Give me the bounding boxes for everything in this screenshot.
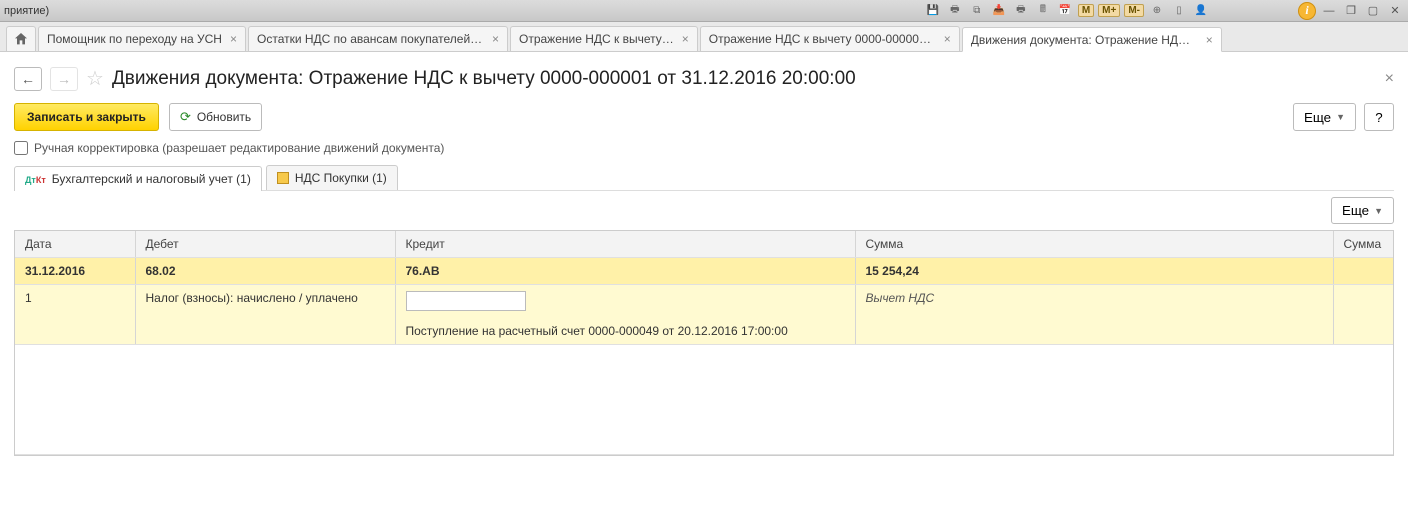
user-icon[interactable]: 👤 (1192, 3, 1210, 19)
grid-more-button[interactable]: Еще ▼ (1331, 197, 1394, 224)
accounting-grid: Дата Дебет Кредит Сумма Сумма 31.12.2016… (14, 230, 1394, 456)
memory-m[interactable]: M (1078, 4, 1094, 17)
memory-mplus[interactable]: M+ (1098, 4, 1120, 17)
restore-icon[interactable]: ❐ (1342, 3, 1360, 19)
info-icon[interactable]: i (1298, 2, 1316, 20)
dt-kt-icon: ДтКт (25, 172, 46, 186)
doc-tab-accounting[interactable]: ДтКт Бухгалтерский и налоговый учет (1) (14, 166, 262, 191)
document-tabs: ДтКт Бухгалтерский и налоговый учет (1) … (14, 165, 1394, 191)
tab-label: Отражение НДС к вычету 0000-000001 от 3… (709, 32, 936, 46)
save-and-close-button[interactable]: Записать и закрыть (14, 103, 159, 131)
copy-icon[interactable]: ⧉ (968, 3, 986, 19)
forward-button[interactable]: → (50, 67, 78, 91)
credit-subconto-input[interactable] (406, 291, 526, 311)
cell-debit-detail: Налог (взносы): начислено / уплачено (135, 285, 395, 345)
more-button[interactable]: Еще ▼ (1293, 103, 1356, 131)
print-icon[interactable]: 🖶 (946, 3, 964, 19)
window-title: приятие) (4, 5, 49, 17)
calendar-icon[interactable]: 📅 (1056, 3, 1074, 19)
tab-4[interactable]: Движения документа: Отражение НДС к вы… × (962, 27, 1222, 52)
tab-close-icon[interactable]: × (492, 32, 499, 46)
memory-mminus[interactable]: M- (1124, 4, 1144, 17)
tab-strip: Помощник по переходу на УСН × Остатки НДС… (0, 22, 1408, 52)
minimize-icon[interactable]: — (1320, 3, 1338, 19)
page-body: ← → ☆ Движения документа: Отражение НДС … (0, 52, 1408, 464)
table-row[interactable]: 31.12.2016 68.02 76.АВ 15 254,24 (15, 258, 1393, 285)
refresh-button[interactable]: ⟳ Обновить (169, 103, 262, 131)
print2-icon[interactable]: 🖶 (1012, 3, 1030, 19)
favorite-icon[interactable]: ☆ (86, 66, 104, 91)
tab-0[interactable]: Помощник по переходу на УСН × (38, 26, 246, 51)
manual-edit-label: Ручная корректировка (разрешает редактир… (34, 141, 444, 155)
doc-tab-label: НДС Покупки (1) (295, 171, 387, 185)
tab-close-icon[interactable]: × (682, 32, 689, 46)
tab-label: Остатки НДС по авансам покупателей на 3… (257, 32, 484, 46)
cell-date: 31.12.2016 (15, 258, 135, 285)
col-credit[interactable]: Кредит (395, 231, 855, 258)
cell-sum-note: Вычет НДС (855, 285, 1333, 345)
cell-credit-detail: Поступление на расчетный счет 0000-00004… (395, 285, 855, 345)
tab-2[interactable]: Отражение НДС к вычету… × (510, 26, 698, 51)
page-header: ← → ☆ Движения документа: Отражение НДС … (14, 66, 1394, 91)
cell-sum: 15 254,24 (855, 258, 1333, 285)
manual-edit-checkbox[interactable] (14, 141, 28, 155)
table-header-row: Дата Дебет Кредит Сумма Сумма (15, 231, 1393, 258)
command-bar: Записать и закрыть ⟳ Обновить Еще ▼ ? (14, 103, 1394, 131)
close-icon[interactable]: ✕ (1386, 3, 1404, 19)
document-icon (277, 172, 289, 184)
home-icon (13, 31, 29, 47)
col-debit[interactable]: Дебет (135, 231, 395, 258)
page-title: Движения документа: Отражение НДС к выче… (112, 68, 856, 90)
table-row[interactable]: 1 Налог (взносы): начислено / уплачено П… (15, 285, 1393, 345)
more-label: Еще (1304, 110, 1331, 125)
col-date[interactable]: Дата (15, 231, 135, 258)
page-close-icon[interactable]: × (1385, 70, 1394, 88)
tab-close-icon[interactable]: × (944, 32, 951, 46)
sum-note: Вычет НДС (866, 291, 935, 305)
help-label: ? (1375, 110, 1382, 125)
tab-label: Движения документа: Отражение НДС к вы… (971, 33, 1198, 47)
back-button[interactable]: ← (14, 67, 42, 91)
tab-1[interactable]: Остатки НДС по авансам покупателей на 3…… (248, 26, 508, 51)
cell-debit: 68.02 (135, 258, 395, 285)
zoom-in-icon[interactable]: ⊕ (1148, 3, 1166, 19)
help-button[interactable]: ? (1364, 103, 1394, 131)
col-sum[interactable]: Сумма (855, 231, 1333, 258)
table-empty-area (15, 345, 1393, 455)
tab-close-icon[interactable]: × (1206, 33, 1213, 47)
tab-close-icon[interactable]: × (230, 32, 237, 46)
more-label: Еще (1342, 203, 1369, 218)
tab-label: Помощник по переходу на УСН (47, 32, 222, 46)
col-sum2[interactable]: Сумма (1333, 231, 1393, 258)
tab-home[interactable] (6, 26, 36, 51)
cell-credit: 76.АВ (395, 258, 855, 285)
cell-sum2 (1333, 285, 1393, 345)
cell-n: 1 (15, 285, 135, 345)
tab-label: Отражение НДС к вычету… (519, 32, 674, 46)
grid-toolbar: Еще ▼ (14, 197, 1394, 224)
doc-tab-vat[interactable]: НДС Покупки (1) (266, 165, 398, 190)
refresh-label: Обновить (197, 110, 251, 124)
cell-sum2 (1333, 258, 1393, 285)
titlebar-icons: 💾 🖶 ⧉ 📥 🖶 🖩 📅 M M+ M- ⊕ ▯ 👤 i — ❐ ▢ ✕ (924, 2, 1404, 20)
calculator-icon[interactable]: 🖩 (1034, 3, 1052, 19)
maximize-icon[interactable]: ▢ (1364, 3, 1382, 19)
save-icon[interactable]: 💾 (924, 3, 942, 19)
doc-tab-label: Бухгалтерский и налоговый учет (1) (52, 172, 251, 186)
credit-sub-label: Поступление на расчетный счет 0000-00004… (406, 324, 788, 338)
refresh-icon: ⟳ (180, 109, 191, 125)
chevron-down-icon: ▼ (1374, 206, 1383, 216)
system-titlebar: приятие) 💾 🖶 ⧉ 📥 🖶 🖩 📅 M M+ M- ⊕ ▯ 👤 i —… (0, 0, 1408, 22)
tab-3[interactable]: Отражение НДС к вычету 0000-000001 от 3…… (700, 26, 960, 51)
manual-edit-row: Ручная корректировка (разрешает редактир… (14, 141, 1394, 155)
compare-icon[interactable]: 📥 (990, 3, 1008, 19)
book-icon[interactable]: ▯ (1170, 3, 1188, 19)
chevron-down-icon: ▼ (1336, 112, 1345, 122)
